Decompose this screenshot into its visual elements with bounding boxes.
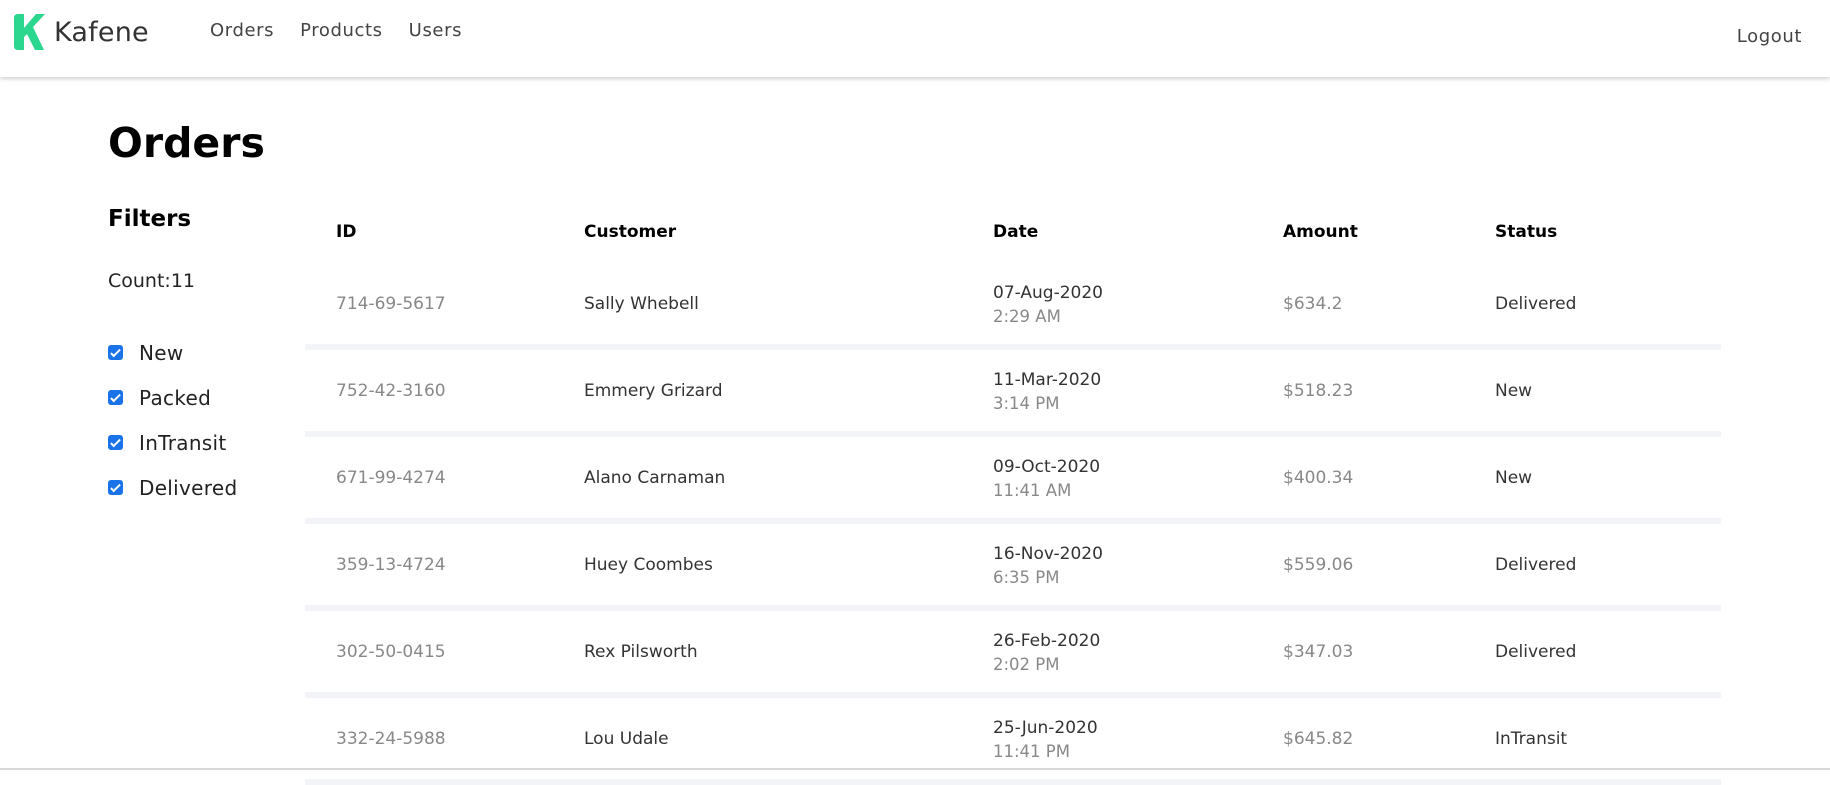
main-nav: Orders Products Users [210, 20, 488, 41]
table-row[interactable]: 302-50-0415 Rex Pilsworth 26-Feb-2020 2:… [305, 611, 1721, 698]
order-id: 302-50-0415 [336, 641, 446, 662]
order-date: 16-Nov-2020 6:35 PM [993, 541, 1283, 589]
date-value: 26-Feb-2020 [993, 630, 1101, 651]
filter-label: New [139, 340, 184, 365]
column-header-status: Status [1495, 221, 1558, 242]
column-header-amount: Amount [1283, 221, 1358, 242]
table-row[interactable]: 714-69-5617 Sally Whebell 07-Aug-2020 2:… [305, 263, 1721, 350]
order-amount: $518.23 [1283, 380, 1354, 401]
customer-name: Emmery Grizard [584, 380, 723, 401]
filter-intransit-checkbox[interactable] [108, 435, 123, 450]
table-header: ID Customer Date Amount Status [305, 200, 1721, 263]
order-amount: $347.03 [1283, 641, 1354, 662]
customer-name: Alano Carnaman [584, 467, 726, 488]
order-amount: $400.34 [1283, 467, 1354, 488]
date-value: 16-Nov-2020 [993, 543, 1103, 564]
customer-name: Sally Whebell [584, 293, 699, 314]
nav-users-link[interactable]: Users [409, 20, 462, 41]
order-status: New [1495, 380, 1533, 401]
filter-label: Delivered [139, 475, 238, 500]
order-id: 359-13-4724 [336, 554, 446, 575]
order-amount: $559.06 [1283, 554, 1354, 575]
filter-new[interactable]: New [108, 330, 308, 375]
filter-label: InTransit [139, 430, 227, 455]
order-status: New [1495, 467, 1533, 488]
date-value: 09-Oct-2020 [993, 456, 1101, 477]
order-status: Delivered [1495, 293, 1577, 314]
order-amount: $645.82 [1283, 728, 1354, 749]
nav-orders-link[interactable]: Orders [210, 20, 274, 41]
table-row[interactable]: 332-24-5988 Lou Udale 25-Jun-2020 11:41 … [305, 698, 1721, 785]
order-amount: $634.2 [1283, 293, 1343, 314]
order-id: 332-24-5988 [336, 728, 446, 749]
time-value: 11:41 PM [993, 741, 1070, 761]
time-value: 2:02 PM [993, 654, 1060, 674]
page-title: Orders [108, 119, 265, 167]
column-header-id: ID [336, 221, 357, 242]
time-value: 2:29 AM [993, 306, 1061, 326]
time-value: 3:14 PM [993, 393, 1060, 413]
order-id: 752-42-3160 [336, 380, 446, 401]
customer-name: Huey Coombes [584, 554, 713, 575]
order-count: Count:11 [108, 270, 196, 292]
date-value: 07-Aug-2020 [993, 282, 1103, 303]
date-value: 25-Jun-2020 [993, 717, 1098, 738]
filters-sidebar: Filters Count:11 New Packed InTransit De… [108, 206, 308, 510]
order-date: 25-Jun-2020 11:41 PM [993, 715, 1283, 763]
kafene-logo-icon [14, 14, 45, 50]
filter-intransit[interactable]: InTransit [108, 420, 308, 465]
order-date: 26-Feb-2020 2:02 PM [993, 628, 1283, 676]
brand-link[interactable]: Kafene [14, 14, 149, 50]
order-status: InTransit [1495, 728, 1568, 749]
filters-heading: Filters [108, 206, 192, 232]
brand-name: Kafene [54, 16, 149, 48]
table-row[interactable]: 671-99-4274 Alano Carnaman 09-Oct-2020 1… [305, 437, 1721, 524]
filter-packed[interactable]: Packed [108, 375, 308, 420]
time-value: 11:41 AM [993, 480, 1072, 500]
column-header-date: Date [993, 221, 1039, 242]
filter-packed-checkbox[interactable] [108, 390, 123, 405]
filter-new-checkbox[interactable] [108, 345, 123, 360]
orders-table: ID Customer Date Amount Status 714-69-56… [305, 200, 1721, 785]
table-row[interactable]: 752-42-3160 Emmery Grizard 11-Mar-2020 3… [305, 350, 1721, 437]
filter-label: Packed [139, 385, 212, 410]
customer-name: Lou Udale [584, 728, 669, 749]
top-navbar: Kafene Orders Products Users Logout [0, 0, 1830, 77]
table-row[interactable]: 359-13-4724 Huey Coombes 16-Nov-2020 6:3… [305, 524, 1721, 611]
filter-delivered[interactable]: Delivered [108, 465, 308, 510]
time-value: 6:35 PM [993, 567, 1060, 587]
order-status: Delivered [1495, 554, 1577, 575]
logout-link[interactable]: Logout [1737, 26, 1802, 47]
filter-delivered-checkbox[interactable] [108, 480, 123, 495]
column-header-customer: Customer [584, 221, 677, 242]
date-value: 11-Mar-2020 [993, 369, 1102, 390]
order-date: 07-Aug-2020 2:29 AM [993, 280, 1283, 328]
order-id: 671-99-4274 [336, 467, 446, 488]
nav-products-link[interactable]: Products [300, 20, 383, 41]
order-status: Delivered [1495, 641, 1577, 662]
status-filter-list: New Packed InTransit Delivered [108, 330, 308, 510]
customer-name: Rex Pilsworth [584, 641, 698, 662]
order-date: 11-Mar-2020 3:14 PM [993, 367, 1283, 415]
order-id: 714-69-5617 [336, 293, 446, 314]
order-date: 09-Oct-2020 11:41 AM [993, 454, 1283, 502]
